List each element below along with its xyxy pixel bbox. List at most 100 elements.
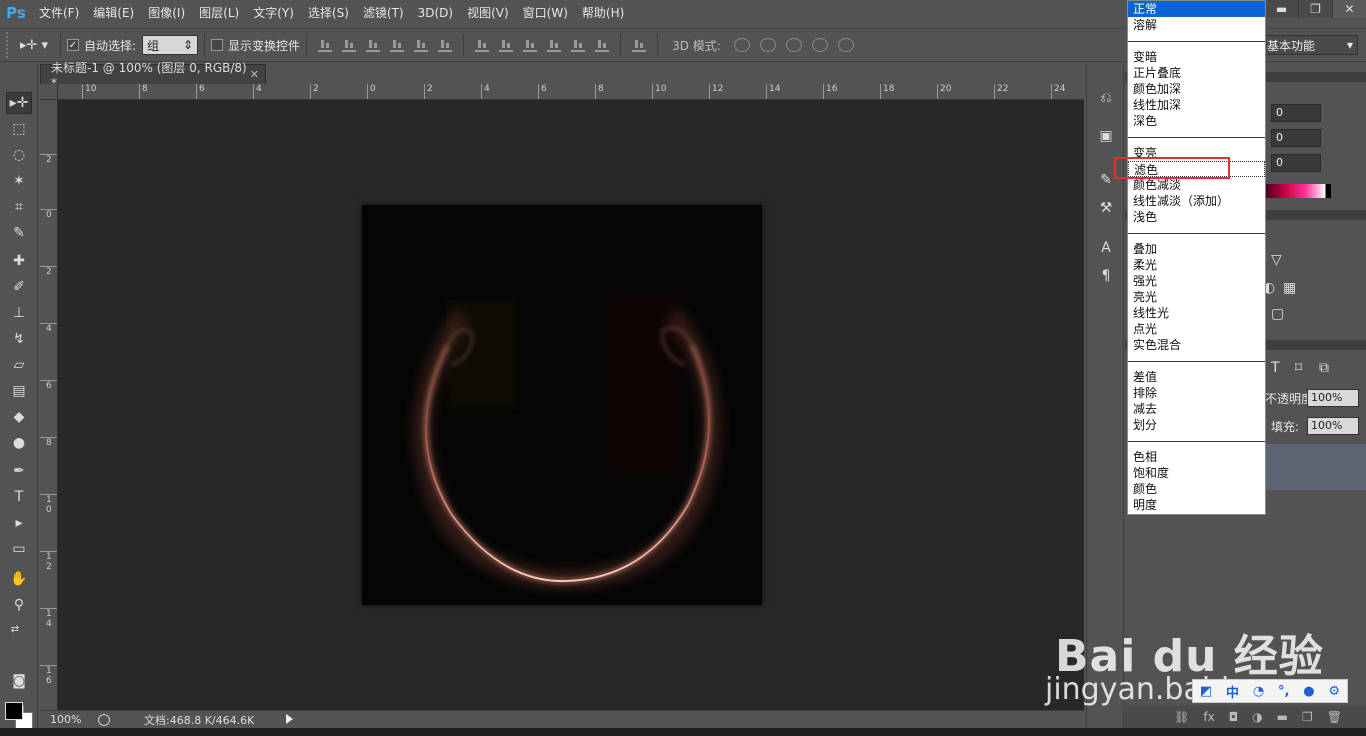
color-spectrum-bar[interactable] <box>1265 184 1331 198</box>
blend-mode-color[interactable]: 颜色 <box>1128 481 1265 497</box>
drag-3d-icon[interactable] <box>785 38 802 52</box>
color-value-field[interactable]: 0 <box>1271 154 1321 172</box>
distribute-right-icon[interactable] <box>595 38 610 52</box>
paragraph-panel-icon[interactable]: ¶ <box>1095 266 1117 286</box>
distribute-vcenter-icon[interactable] <box>499 38 514 52</box>
gear-icon[interactable]: ⚙ <box>1328 684 1340 699</box>
menu-image[interactable]: 图像(I) <box>141 0 192 26</box>
move-tool-icon[interactable]: ▸✛ ▾ <box>14 38 54 53</box>
blend-mode-darken[interactable]: 变暗 <box>1128 49 1265 65</box>
crop-tool-icon[interactable]: ⌗ <box>6 196 32 218</box>
ime-language[interactable]: 中 <box>1226 682 1239 701</box>
blend-mode-difference[interactable]: 差值 <box>1128 369 1265 385</box>
align-top-icon[interactable] <box>318 38 333 52</box>
moon-icon[interactable]: ◔ <box>1253 684 1264 699</box>
auto-select-checkbox[interactable]: ✓ <box>67 39 79 51</box>
blend-mode-linear-burn[interactable]: 线性加深 <box>1128 97 1265 113</box>
delete-layer-icon[interactable]: 🗑 <box>1327 710 1342 724</box>
grid-icon[interactable]: ▦ <box>1283 280 1296 296</box>
blend-mode-overlay[interactable]: 叠加 <box>1128 241 1265 257</box>
menu-filter[interactable]: 滤镜(T) <box>356 0 411 26</box>
swap-colors-icon[interactable]: ⇄ <box>2 618 28 640</box>
align-vcenter-icon[interactable] <box>342 38 357 52</box>
blend-mode-vivid-light[interactable]: 亮光 <box>1128 289 1265 305</box>
new-layer-icon[interactable]: ❐ <box>1302 710 1313 724</box>
restore-button[interactable]: ❐ <box>1298 0 1332 18</box>
punctuation-icon[interactable]: °, <box>1278 684 1289 699</box>
menu-view[interactable]: 视图(V) <box>460 0 516 26</box>
workspace-dropdown[interactable]: 基本功能 ▾ <box>1262 35 1358 55</box>
blend-mode-hue[interactable]: 色相 <box>1128 449 1265 465</box>
blend-mode-luminosity[interactable]: 明度 <box>1128 497 1265 513</box>
magic-wand-tool-icon[interactable]: ✶ <box>6 170 32 192</box>
move-tool-icon[interactable]: ▸✛ <box>6 92 32 114</box>
blend-mode-multiply[interactable]: 正片叠底 <box>1128 65 1265 81</box>
blend-mode-color-burn[interactable]: 颜色加深 <box>1128 81 1265 97</box>
distribute-left-icon[interactable] <box>547 38 562 52</box>
distribute-bottom-icon[interactable] <box>523 38 538 52</box>
hand-tool-icon[interactable]: ✋ <box>6 568 32 590</box>
menu-help[interactable]: 帮助(H) <box>575 0 631 26</box>
gradient-map-icon[interactable]: ▽ <box>1271 252 1282 268</box>
rectangle-tool-icon[interactable]: ▭ <box>6 538 32 560</box>
auto-select-dropdown[interactable]: 组 ⇕ <box>142 35 199 55</box>
history-icon[interactable]: ⎌ <box>1095 88 1117 108</box>
shape-filter-icon[interactable]: ⌑ <box>1295 360 1302 376</box>
ime-logo-icon[interactable]: ◩ <box>1200 684 1212 699</box>
blend-mode-subtract[interactable]: 减去 <box>1128 401 1265 417</box>
blend-mode-hard-light[interactable]: 强光 <box>1128 273 1265 289</box>
blur-tool-icon[interactable]: ◆ <box>6 406 32 428</box>
document-canvas[interactable] <box>362 205 762 605</box>
blend-mode-lighter-color[interactable]: 浅色 <box>1128 209 1265 225</box>
zoom-level[interactable]: 100% <box>40 713 90 726</box>
character-panel-icon[interactable]: A <box>1095 238 1117 258</box>
blend-mode-divide[interactable]: 划分 <box>1128 417 1265 433</box>
type-tool-icon[interactable]: T <box>6 486 32 508</box>
menu-file[interactable]: 文件(F) <box>32 0 86 26</box>
blend-mode-color-dodge[interactable]: 颜色减淡 <box>1128 177 1265 193</box>
clone-stamp-tool-icon[interactable]: ⊥ <box>6 302 32 324</box>
show-transform-checkbox[interactable] <box>211 39 224 51</box>
align-left-icon[interactable] <box>390 38 405 52</box>
blend-mode-linear-light[interactable]: 线性光 <box>1128 305 1265 321</box>
blend-mode-pin-light[interactable]: 点光 <box>1128 321 1265 337</box>
opacity-field[interactable]: 100% <box>1307 389 1359 407</box>
scale-3d-icon[interactable] <box>837 38 854 52</box>
history-brush-tool-icon[interactable]: ↯ <box>6 328 32 350</box>
menu-edit[interactable]: 编辑(E) <box>86 0 141 26</box>
type-filter-icon[interactable]: T <box>1271 360 1280 376</box>
distribute-hcenter-icon[interactable] <box>571 38 586 52</box>
blend-mode-hard-mix[interactable]: 实色混合 <box>1128 337 1265 353</box>
close-icon[interactable]: ✕ <box>250 68 259 81</box>
blend-mode-darker-color[interactable]: 深色 <box>1128 113 1265 129</box>
color-value-field[interactable]: 0 <box>1271 129 1321 147</box>
eyedropper-tool-icon[interactable]: ✎ <box>6 222 32 244</box>
distribute-top-icon[interactable] <box>475 38 490 52</box>
status-info-icon[interactable] <box>98 713 110 726</box>
slide-3d-icon[interactable] <box>811 38 828 52</box>
adjustment-layer-icon[interactable]: ◑ <box>1252 710 1262 724</box>
blend-mode-dissolve[interactable]: 溶解 <box>1128 17 1265 33</box>
tool-presets-icon[interactable]: ⚒ <box>1095 198 1117 218</box>
path-selection-tool-icon[interactable]: ▸ <box>6 512 32 534</box>
close-button[interactable]: ✕ <box>1332 0 1366 18</box>
fx-icon[interactable]: fx <box>1203 710 1214 724</box>
document-tab[interactable]: 未标题-1 @ 100% (图层 0, RGB/8) * ✕ <box>40 61 266 90</box>
blend-mode-soft-light[interactable]: 柔光 <box>1128 257 1265 273</box>
lasso-tool-icon[interactable]: ◌ <box>6 144 32 166</box>
color-value-field[interactable]: 0 <box>1271 104 1321 122</box>
blend-mode-linear-dodge[interactable]: 线性减淡（添加） <box>1128 193 1265 209</box>
3d-panel-icon[interactable]: ▣ <box>1095 126 1117 146</box>
blend-mode-normal[interactable]: 正常 <box>1128 1 1265 17</box>
ruler-vertical[interactable]: 2 0 2 4 6 8 1 0 1 2 1 4 1 6 <box>40 100 58 710</box>
brush-tool-icon[interactable]: ✐ <box>6 276 32 298</box>
align-bottom-icon[interactable] <box>366 38 381 52</box>
marquee-tool-icon[interactable]: ⬚ <box>6 118 32 140</box>
user-icon[interactable]: ● <box>1303 684 1314 699</box>
selective-color-icon[interactable]: ▢ <box>1271 306 1284 322</box>
auto-align-icon[interactable] <box>632 38 647 52</box>
ruler-horizontal[interactable]: 10 8 6 4 2 0 2 4 6 8 10 12 14 16 18 20 2… <box>58 84 1084 100</box>
menu-window[interactable]: 窗口(W) <box>516 0 575 26</box>
link-layers-icon[interactable]: ⛓ <box>1174 710 1189 724</box>
align-hcenter-icon[interactable] <box>414 38 429 52</box>
